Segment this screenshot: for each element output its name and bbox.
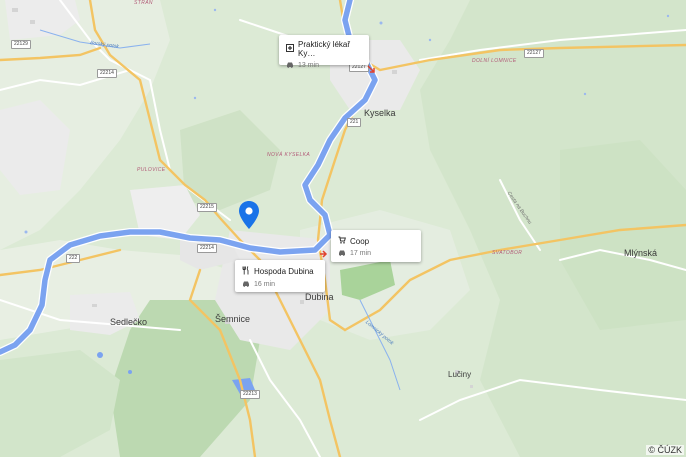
car-icon — [242, 280, 250, 289]
place-semnice: Šemnice — [215, 314, 251, 324]
locality-svatobor: SVATOBOR — [492, 250, 523, 256]
road-shield-22215: 22215 — [197, 203, 217, 212]
locality-nova-kyselka: NOVÁ KYSELKA — [267, 152, 311, 158]
poi-callout-hospoda[interactable]: Hospoda Dubina 16 min — [235, 260, 325, 292]
place-sedlecko: Sedlečko — [110, 317, 148, 327]
place-luciny: Lučiny — [448, 370, 472, 379]
callout-travel-time: 17 min — [350, 250, 372, 257]
medical-cross-icon — [286, 44, 294, 54]
road-shield-22214: 22214 — [97, 69, 117, 78]
place-kyselka: Kyselka — [364, 108, 396, 118]
road-shield-222: 222 — [66, 254, 81, 263]
poi-arrow-icon — [320, 250, 328, 258]
road-shield-22129: 22129 — [11, 40, 31, 49]
poi-arrow-icon — [367, 65, 375, 73]
location-marker-icon[interactable] — [238, 200, 260, 230]
callout-title: Praktický lékař Ky… — [298, 40, 351, 58]
restaurant-icon — [242, 266, 250, 277]
car-icon — [286, 61, 294, 70]
road-shield-22214-south: 22214 — [197, 244, 217, 253]
locality-dolni-lomnice: DOLNÍ LOMNICE — [472, 58, 517, 64]
place-mlynska: Mlýnská — [624, 248, 658, 258]
locality-stran: STRÁŇ — [134, 0, 153, 6]
callout-travel-time: 16 min — [254, 281, 276, 288]
callout-title: Coop — [350, 236, 370, 246]
poi-callout-doctor[interactable]: Praktický lékař Ky… 13 min — [279, 35, 369, 69]
callout-title: Hospoda Dubina — [254, 267, 314, 276]
map-canvas[interactable]: Kyselka Dubina Sedlečko Šemnice Mlýnská … — [0, 0, 686, 457]
road-shield-22213: 22213 — [240, 390, 260, 399]
road-shield-221: 221 — [347, 118, 362, 127]
car-icon — [338, 249, 346, 258]
road-shield-22127-east: 22127 — [524, 49, 544, 58]
copyright-notice[interactable]: © ČÚZK — [646, 445, 684, 455]
locality-pulovice: PULOVICE — [137, 167, 166, 173]
shopping-cart-icon — [338, 236, 346, 246]
place-dubina: Dubina — [305, 292, 334, 302]
callout-travel-time: 13 min — [298, 62, 320, 69]
poi-callout-coop[interactable]: Coop 17 min — [331, 230, 421, 262]
